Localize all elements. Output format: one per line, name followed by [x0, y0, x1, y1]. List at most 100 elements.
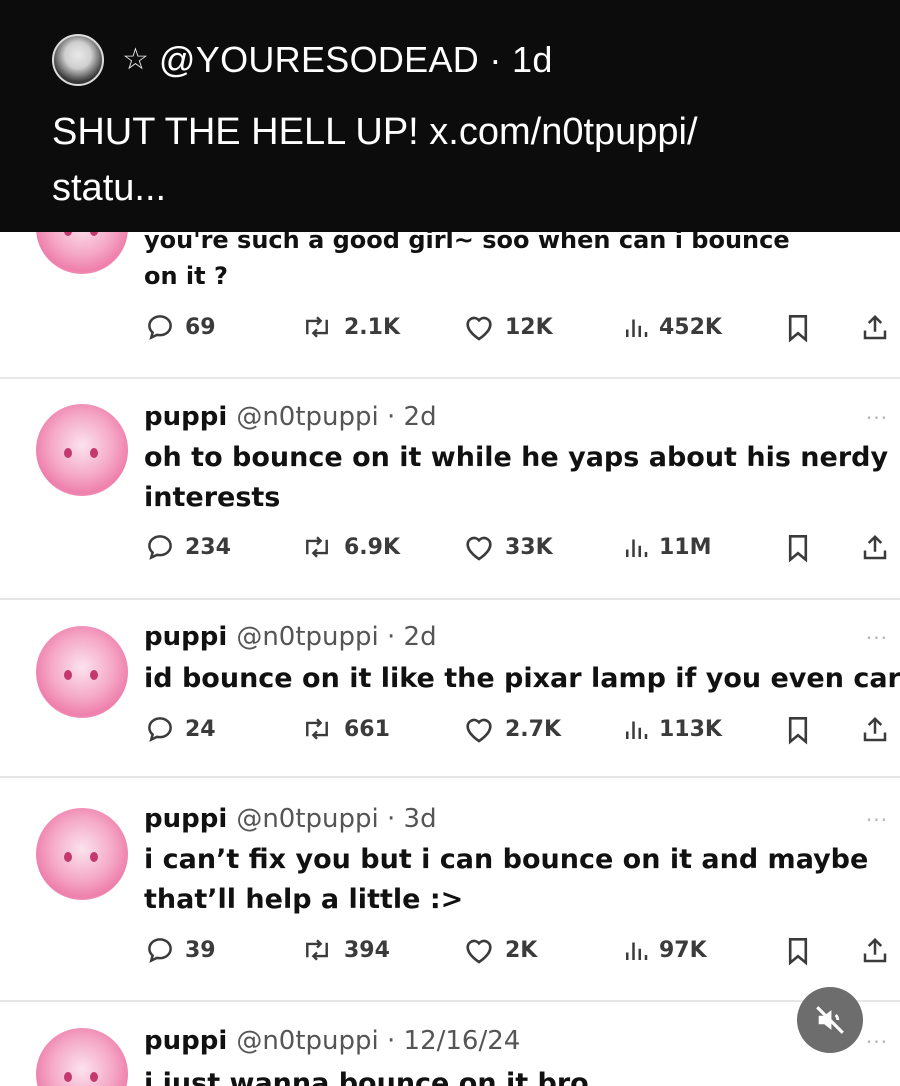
repost-count: 6.9K — [344, 534, 401, 560]
heart-icon — [466, 718, 492, 743]
tweet-text: i just wanna bounce on it bro — [144, 1068, 589, 1086]
repost-button[interactable]: 6.9K — [300, 532, 400, 562]
tweet-actions: 39 394 2K 97K — [145, 935, 895, 971]
tweet-header: puppi @n0tpuppi · 2d — [144, 622, 437, 652]
views-button[interactable]: 97K — [623, 935, 707, 965]
handle[interactable]: @n0tpuppi · 12/16/24 — [236, 1026, 520, 1056]
share-icon — [863, 716, 887, 742]
views-button[interactable]: 452K — [623, 312, 722, 342]
handle[interactable]: @n0tpuppi · 2d — [236, 402, 436, 432]
like-button[interactable]: 33K — [463, 532, 553, 562]
mute-button[interactable] — [797, 987, 863, 1053]
share-button[interactable] — [860, 312, 900, 344]
share-button[interactable] — [860, 532, 900, 564]
bookmark-button[interactable] — [785, 714, 821, 746]
repost-count: 394 — [344, 937, 390, 963]
bookmark-icon — [788, 938, 808, 966]
quote-avatar[interactable] — [52, 34, 104, 86]
like-count: 33K — [505, 534, 553, 560]
avatar[interactable] — [36, 404, 128, 496]
quote-overlay: ☆ @YOURESODEAD · 1d SHUT THE HELL UP! x.… — [0, 0, 900, 232]
partial-tweet-line2: on it ? — [144, 262, 228, 290]
tweet-actions: 69 2.1K 12K 452K — [145, 312, 895, 348]
tweet[interactable]: puppi @n0tpuppi · 2d ··· oh to bounce on… — [0, 380, 900, 598]
repost-icon — [306, 718, 328, 740]
reply-count: 234 — [185, 534, 231, 560]
divider — [0, 377, 900, 379]
repost-icon — [306, 316, 328, 338]
bookmark-button[interactable] — [785, 312, 821, 344]
reply-count: 39 — [185, 937, 216, 963]
mute-icon — [816, 1006, 844, 1034]
views-count: 11M — [659, 534, 712, 560]
views-button[interactable]: 11M — [623, 532, 712, 562]
reply-button[interactable]: 69 — [145, 312, 216, 342]
bookmark-button[interactable] — [785, 532, 821, 564]
display-name[interactable]: puppi — [144, 804, 227, 834]
tweet[interactable]: puppi @n0tpuppi · 3d ··· i can’t fix you… — [0, 778, 900, 1000]
display-name[interactable]: puppi — [144, 1026, 227, 1056]
more-icon[interactable]: ··· — [866, 626, 888, 650]
heart-icon — [466, 536, 492, 561]
repost-button[interactable]: 661 — [300, 714, 390, 744]
repost-icon — [306, 536, 328, 558]
quote-text-line2: statu... — [52, 167, 167, 209]
more-icon[interactable]: ··· — [866, 406, 888, 430]
like-button[interactable]: 2.7K — [463, 714, 561, 744]
avatar[interactable] — [36, 626, 128, 718]
views-icon — [626, 319, 648, 337]
reply-button[interactable]: 234 — [145, 532, 231, 562]
reply-icon — [148, 535, 172, 560]
bookmark-icon — [788, 717, 808, 745]
more-icon[interactable]: ··· — [866, 808, 888, 832]
avatar[interactable] — [36, 1028, 128, 1086]
display-name[interactable]: puppi — [144, 402, 227, 432]
repost-button[interactable]: 394 — [300, 935, 390, 965]
repost-count: 2.1K — [344, 314, 401, 340]
reply-count: 24 — [185, 716, 216, 742]
tweet[interactable]: puppi @n0tpuppi · 2d ··· id bounce on it… — [0, 600, 900, 752]
reply-button[interactable]: 39 — [145, 935, 216, 965]
reply-icon — [148, 315, 172, 340]
like-button[interactable]: 12K — [463, 312, 553, 342]
like-count: 2.7K — [505, 716, 562, 742]
repost-button[interactable]: 2.1K — [300, 312, 400, 342]
reply-button[interactable]: 24 — [145, 714, 216, 744]
like-button[interactable]: 2K — [463, 935, 537, 965]
views-count: 97K — [659, 937, 707, 963]
tweet-header: puppi @n0tpuppi · 12/16/24 — [144, 1026, 520, 1056]
like-count: 2K — [505, 937, 538, 963]
handle[interactable]: @n0tpuppi · 2d — [236, 622, 436, 652]
views-count: 113K — [659, 716, 722, 742]
views-icon — [626, 539, 648, 557]
tweet[interactable]: puppi @n0tpuppi · 12/16/24 ··· i just wa… — [0, 1002, 900, 1086]
share-button[interactable] — [860, 935, 900, 967]
more-icon[interactable]: ··· — [866, 1030, 888, 1054]
display-name[interactable]: puppi — [144, 622, 227, 652]
bookmark-icon — [788, 535, 808, 563]
views-button[interactable]: 113K — [623, 714, 722, 744]
share-icon — [863, 937, 887, 963]
quote-text-line1[interactable]: SHUT THE HELL UP! x.com/n0tpuppi/ — [52, 104, 872, 160]
views-count: 452K — [659, 314, 722, 340]
reply-count: 69 — [185, 314, 216, 340]
tweet-header: puppi @n0tpuppi · 2d — [144, 402, 437, 432]
tweet-text: oh to bounce on it while he yaps about h… — [144, 442, 889, 513]
views-icon — [626, 721, 648, 739]
repost-icon — [306, 939, 328, 961]
tweet-header: puppi @n0tpuppi · 3d — [144, 804, 437, 834]
quote-header: ☆ @YOURESODEAD · 1d — [52, 34, 553, 86]
like-count: 12K — [505, 314, 553, 340]
share-button[interactable] — [860, 714, 900, 746]
handle[interactable]: @n0tpuppi · 3d — [236, 804, 436, 834]
reply-icon — [148, 717, 172, 742]
share-icon — [863, 314, 887, 340]
share-icon — [863, 534, 887, 560]
quote-handle[interactable]: @YOURESODEAD · 1d — [159, 39, 553, 81]
heart-icon — [466, 316, 492, 341]
views-icon — [626, 942, 648, 960]
avatar[interactable] — [36, 808, 128, 900]
tweet-actions: 24 661 2.7K 113K — [145, 714, 895, 750]
quote-text: SHUT THE HELL UP! x.com/n0tpuppi/ statu.… — [52, 104, 872, 216]
bookmark-button[interactable] — [785, 935, 821, 967]
